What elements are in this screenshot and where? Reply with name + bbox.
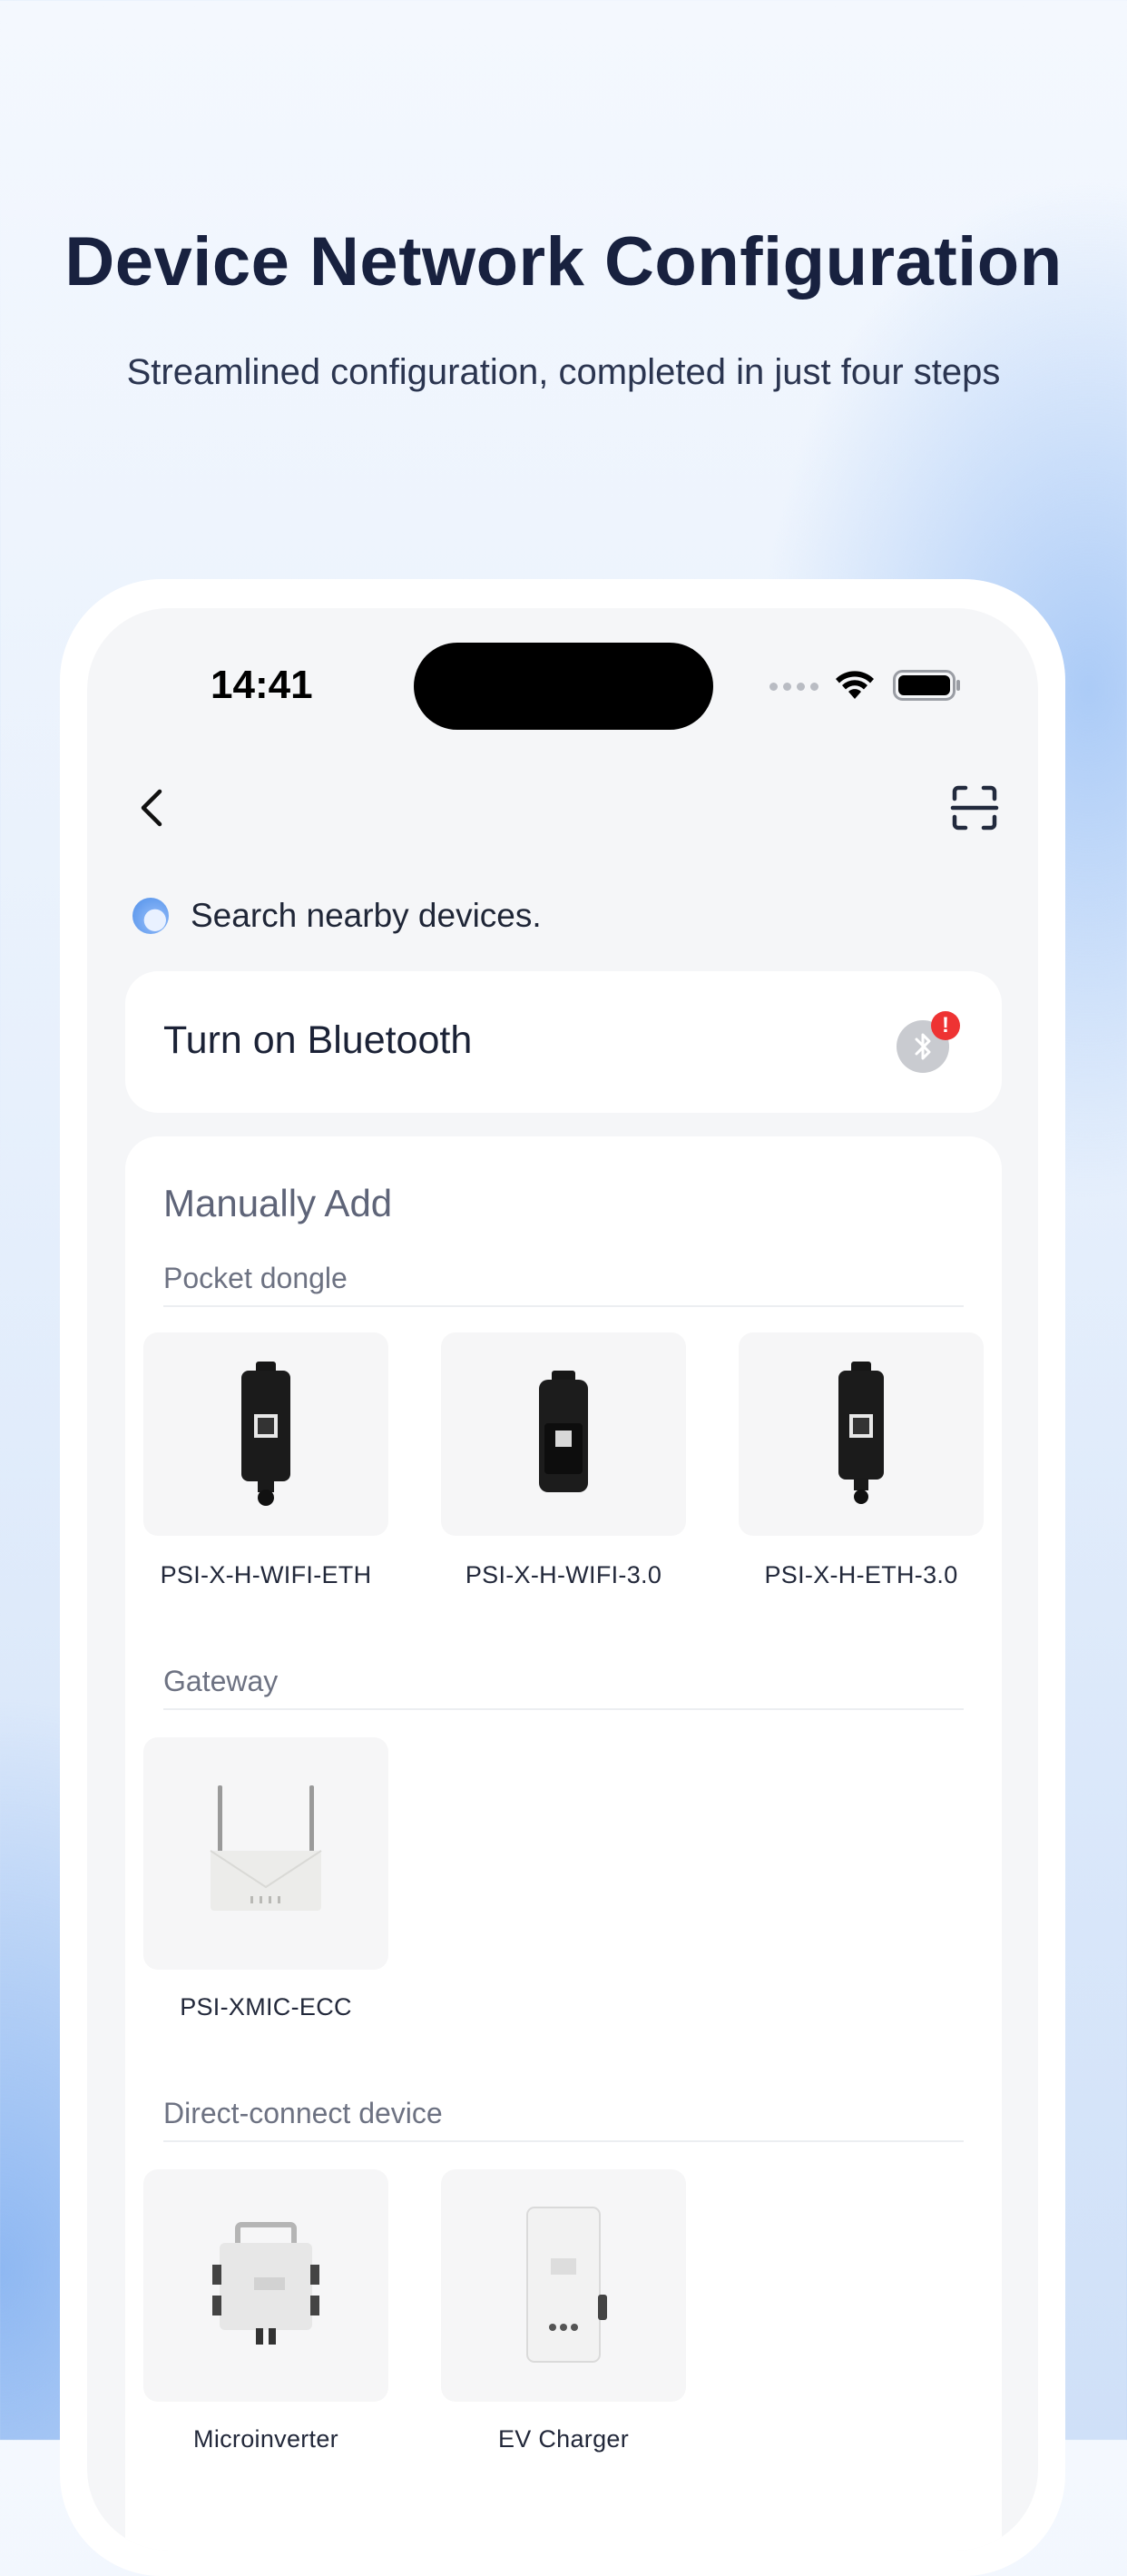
phone-screen: 14:41 Search nearby devices. Turn on Blu… (87, 608, 1038, 2551)
device-tile-psi-xmic-ecc[interactable] (143, 1737, 388, 1970)
search-status-row: Search nearby devices. (132, 897, 542, 935)
status-time: 14:41 (211, 663, 313, 707)
pocket-dongle-image (241, 1362, 290, 1506)
device-label: PSI-X-H-ETH-3.0 (764, 1561, 958, 1588)
page-headline: Device Network Configuration (64, 223, 1063, 300)
dynamic-island (414, 643, 713, 730)
cellular-signal-icon (769, 683, 818, 691)
microinverter-image (212, 2222, 319, 2345)
device-label: PSI-XMIC-ECC (180, 1993, 352, 2020)
device-tile-psi-x-h-wifi-3-0[interactable] (441, 1332, 686, 1536)
device-tile-psi-x-h-wifi-eth[interactable] (143, 1332, 388, 1536)
device-tile-ev-charger[interactable] (441, 2169, 686, 2402)
divider (163, 1708, 964, 1710)
battery-icon (893, 670, 960, 701)
manually-add-card: Manually Add Pocket dongle PSI-X-H-WIFI-… (125, 1136, 1002, 2551)
search-status-text: Search nearby devices. (191, 897, 542, 934)
wifi-icon (836, 671, 874, 699)
section-label-gateway: Gateway (163, 1665, 279, 1697)
divider (163, 2140, 964, 2142)
section-label-direct-connect-device: Direct-connect device (163, 2097, 443, 2129)
searching-indicator-icon (132, 898, 169, 934)
section-label-pocket-dongle: Pocket dongle (163, 1262, 348, 1294)
ev-charger-image (526, 2207, 607, 2363)
bluetooth-alert-badge: ! (931, 1011, 960, 1040)
scan-qr-button[interactable] (949, 782, 1000, 833)
device-tile-microinverter[interactable] (143, 2169, 388, 2402)
device-label: PSI-X-H-WIFI-3.0 (465, 1561, 662, 1588)
turn-on-bluetooth-card[interactable]: Turn on Bluetooth ! (125, 971, 1002, 1113)
gateway-image (210, 1785, 322, 1911)
back-button[interactable] (129, 782, 180, 833)
bluetooth-label: Turn on Bluetooth (163, 1018, 473, 1062)
divider (163, 1305, 964, 1307)
page-subheadline: Streamlined configuration, completed in … (126, 352, 1001, 392)
pocket-dongle-image (539, 1371, 588, 1492)
manually-add-title: Manually Add (163, 1182, 393, 1224)
device-label: PSI-X-H-WIFI-ETH (160, 1561, 372, 1588)
pocket-dongle-image (838, 1362, 884, 1504)
device-tile-psi-x-h-eth-3-0[interactable] (739, 1332, 984, 1536)
